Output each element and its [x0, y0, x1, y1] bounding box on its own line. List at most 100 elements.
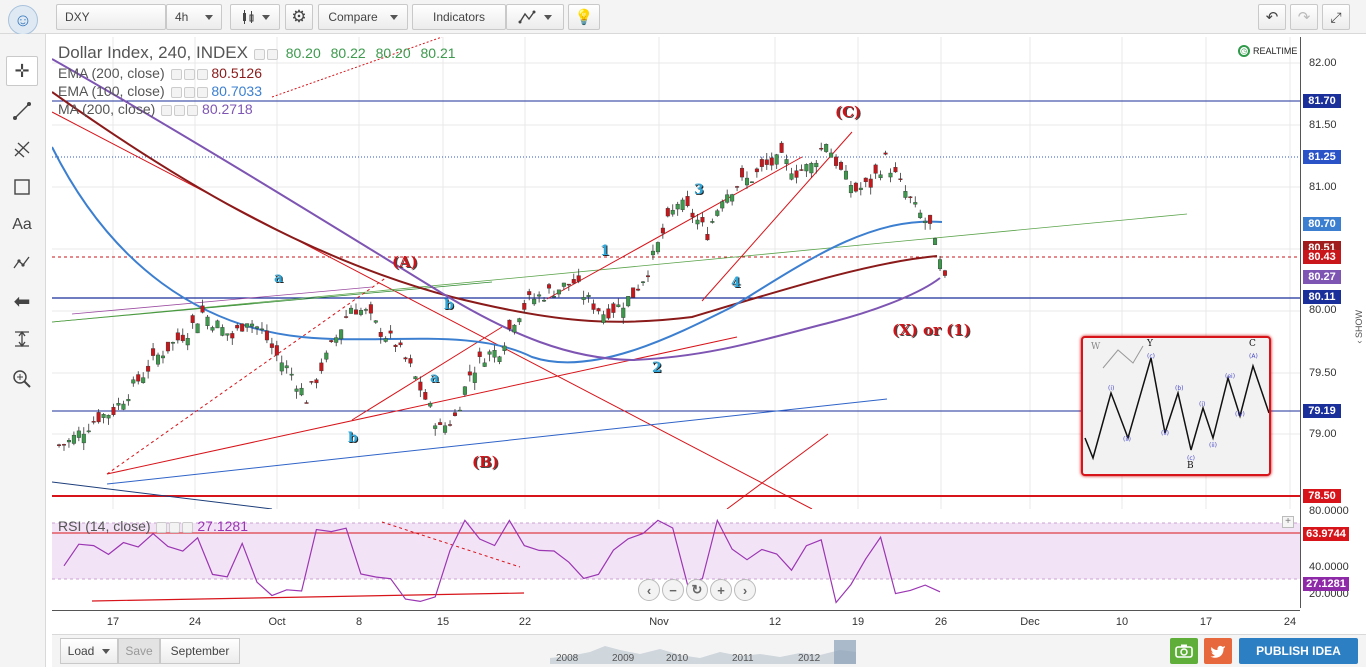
crosshair-tool[interactable]: ✛	[6, 56, 38, 86]
candle-body	[358, 310, 363, 315]
candle-body	[754, 168, 759, 173]
candle-body	[334, 337, 339, 343]
close-icon[interactable]	[196, 68, 208, 80]
fullscreen-button[interactable]: ⤢	[1322, 4, 1350, 30]
chart-style-button[interactable]	[230, 4, 280, 30]
redo-button[interactable]: ↷	[1290, 4, 1318, 30]
time-axis-label: 26	[934, 616, 948, 628]
plus-icon: +	[717, 582, 725, 598]
pitchfork-tool[interactable]	[6, 134, 38, 164]
candle-body	[482, 362, 487, 367]
candle-body	[749, 181, 754, 183]
candle-body	[690, 212, 695, 218]
candle-body	[789, 173, 794, 180]
candle-body	[774, 154, 779, 165]
candle-body	[700, 217, 705, 223]
time-axis[interactable]: 17 24 Oct 8 15 22 Nov 12 19 26 Dec 10 17…	[52, 610, 1300, 634]
ohlc-open: 80.20	[285, 45, 321, 61]
tweet-button[interactable]	[1204, 638, 1232, 664]
pattern-tool[interactable]	[6, 248, 38, 278]
time-axis-label: Nov	[649, 616, 669, 628]
settings-icon[interactable]	[183, 68, 195, 80]
chart-legend: Dollar Index, 240, INDEX 80.20 80.22 80.…	[58, 43, 456, 63]
settings-icon[interactable]	[183, 86, 195, 98]
text-tool[interactable]: Aa	[6, 210, 38, 240]
settings-icon[interactable]	[169, 521, 181, 533]
candle-body	[299, 387, 304, 396]
candle-body	[284, 365, 289, 369]
templates-button[interactable]	[506, 4, 564, 30]
rectangle-tool[interactable]	[6, 172, 38, 202]
candle-body	[908, 196, 913, 198]
eye-icon[interactable]	[161, 104, 173, 116]
scroll-right-button[interactable]: ›	[734, 579, 756, 601]
trendline-icon	[13, 102, 31, 120]
settings-button[interactable]: ⚙	[285, 4, 313, 30]
zoom-out-button[interactable]: −	[662, 579, 684, 601]
candle-body	[814, 162, 819, 168]
interval-select[interactable]: 4h	[166, 4, 222, 30]
camera-icon	[1175, 644, 1193, 658]
candle-body	[566, 283, 571, 286]
close-icon[interactable]	[196, 86, 208, 98]
crosshair-icon: ✛	[14, 60, 30, 81]
close-icon[interactable]	[182, 521, 194, 533]
ema100-legend: EMA (100, close) 80.7033	[58, 83, 262, 99]
drawing-toolbar: ✛ Aa ⬅	[0, 34, 46, 667]
measure-tool[interactable]	[6, 324, 38, 354]
inset-label-c: C	[1249, 339, 1256, 349]
alert-button[interactable]: 💡	[568, 4, 600, 30]
candle-body	[433, 425, 438, 429]
candle-body	[190, 315, 195, 323]
compare-button[interactable]: Compare	[318, 4, 408, 30]
candle-body	[542, 300, 547, 302]
chevron-down-icon	[389, 14, 398, 20]
settings-icon[interactable]	[174, 104, 186, 116]
time-axis-label: 17	[1199, 616, 1213, 628]
save-button[interactable]: Save	[118, 638, 160, 664]
symbol-input[interactable]: DXY	[56, 4, 166, 30]
eye-icon[interactable]	[170, 68, 182, 80]
candle-body	[383, 338, 388, 342]
zoom-in-button[interactable]: +	[710, 579, 732, 601]
maximize-pane-icon[interactable]: +	[1282, 516, 1294, 528]
price-tag: 81.25	[1303, 150, 1341, 164]
candle-body	[76, 430, 81, 438]
settings-icon[interactable]	[266, 48, 278, 60]
candle-body	[344, 316, 349, 318]
eye-icon[interactable]	[253, 48, 265, 60]
reset-button[interactable]: ↻	[686, 579, 708, 601]
candle-body	[304, 402, 309, 404]
arrow-tool[interactable]: ⬅	[6, 286, 38, 316]
publish-idea-button[interactable]: PUBLISH IDEA	[1239, 638, 1358, 664]
candle-body	[804, 164, 809, 172]
show-panel-button[interactable]: ‹ SHOW	[1354, 310, 1364, 344]
year-label: 2010	[666, 653, 689, 664]
indicators-button[interactable]: Indicators	[412, 4, 506, 30]
svg-text:(ei): (ei)	[1225, 373, 1235, 380]
snapshot-button[interactable]	[1170, 638, 1198, 664]
candle-body	[472, 372, 477, 383]
load-button[interactable]: Load	[60, 638, 118, 664]
trendline-tool[interactable]	[6, 96, 38, 126]
smiley-icon[interactable]: ☺	[8, 5, 38, 35]
candle-body	[180, 334, 185, 342]
eye-icon[interactable]	[170, 86, 182, 98]
svg-text:(A): (A)	[1249, 353, 1258, 360]
candle-body	[744, 177, 749, 186]
wave-a-label: (A)	[392, 253, 418, 271]
layout-name[interactable]: September	[160, 638, 240, 664]
candle-body	[858, 187, 863, 190]
candle-body	[705, 234, 710, 241]
zoom-tool[interactable]	[6, 364, 38, 394]
price-chart[interactable]: Dollar Index, 240, INDEX 80.20 80.22 80.…	[52, 37, 1300, 509]
undo-button[interactable]: ↶	[1258, 4, 1286, 30]
show-label: SHOW	[1354, 310, 1364, 338]
chevron-right-icon: ›	[742, 582, 748, 598]
candle-body	[487, 351, 492, 355]
candle-body	[517, 318, 522, 323]
close-icon[interactable]	[187, 104, 199, 116]
scroll-left-button[interactable]: ‹	[638, 579, 660, 601]
eye-icon[interactable]	[156, 521, 168, 533]
candle-body	[784, 159, 789, 165]
